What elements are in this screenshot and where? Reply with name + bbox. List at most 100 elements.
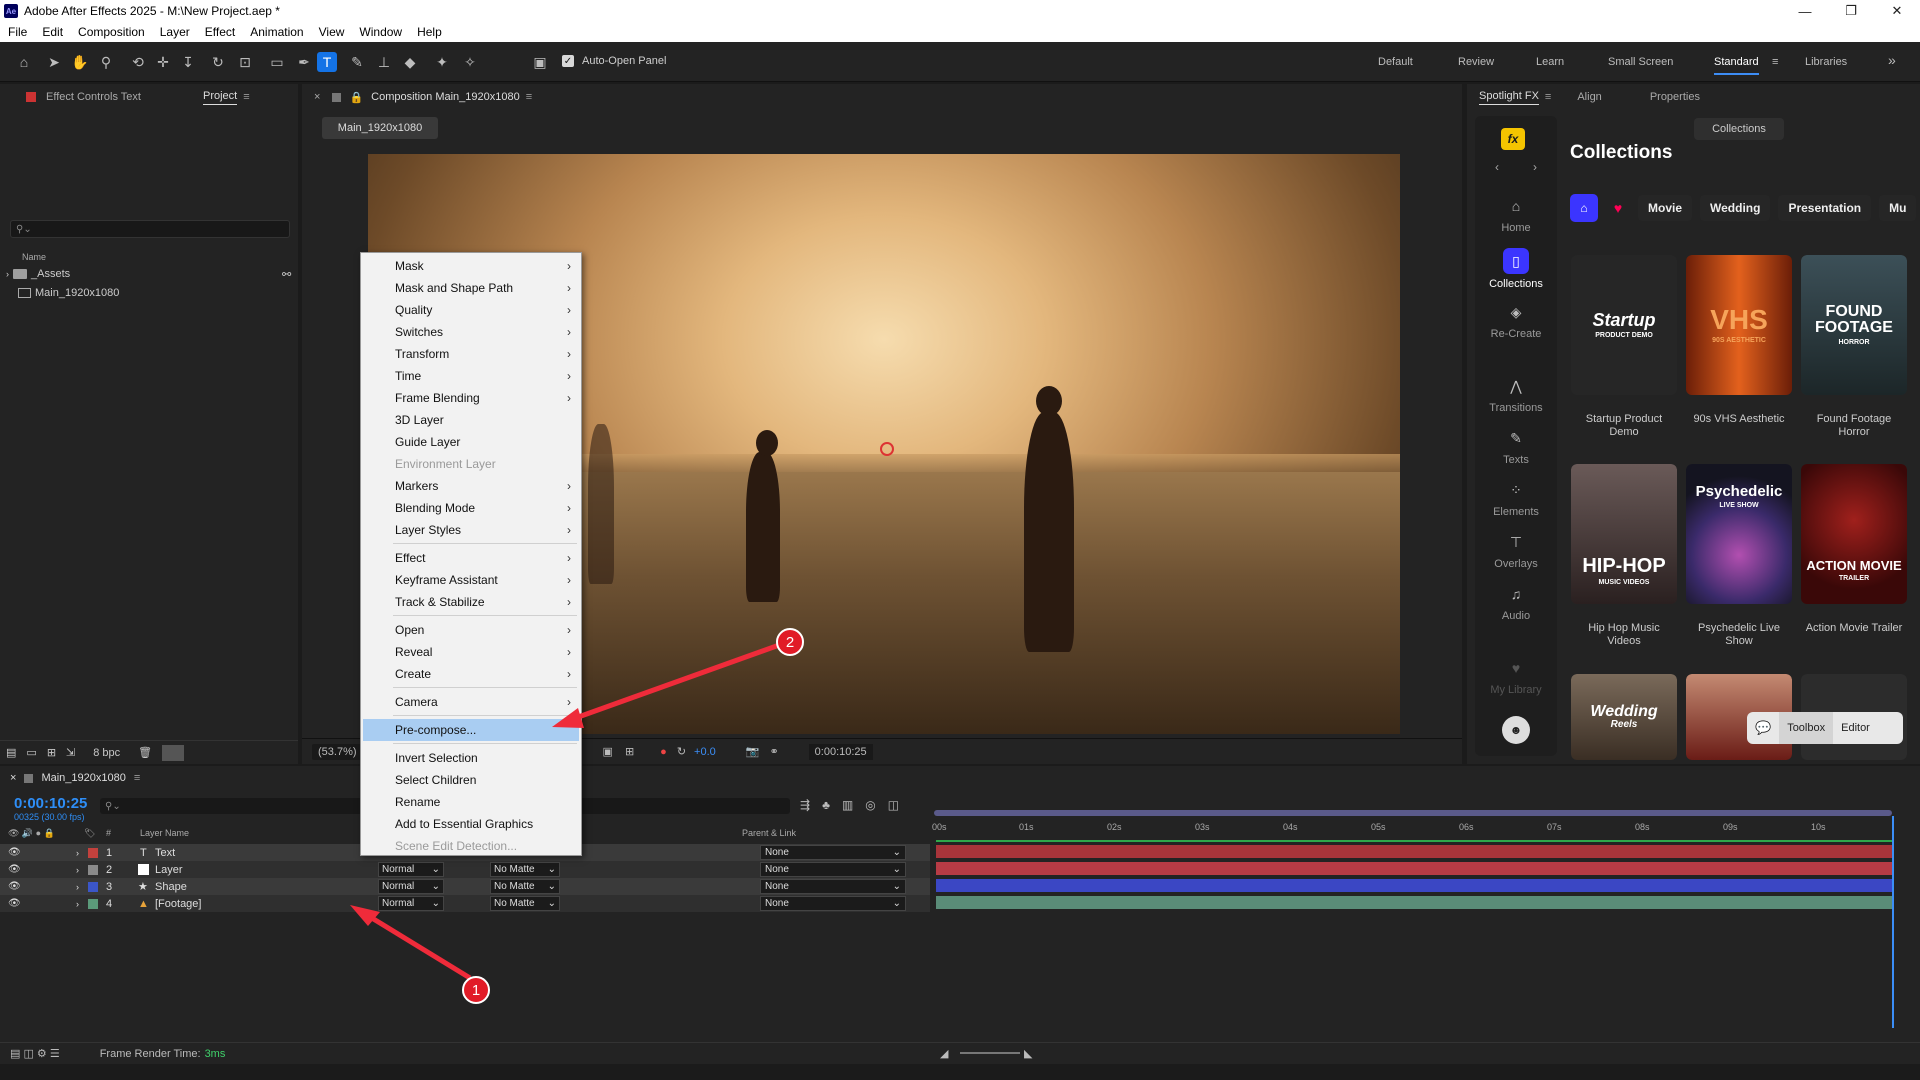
hamburger-icon[interactable]: ≡ [1772,56,1778,68]
collection-card[interactable]: VHS 90S AESTHETIC 90s VHS Aesthetic [1686,255,1792,426]
menu-effect[interactable]: Effect [205,25,235,39]
sidebar-item-elements[interactable]: ⁘ Elements [1475,482,1557,518]
new-comp-icon[interactable]: ⊞ [47,746,56,759]
menu-item-pre-compose[interactable]: Pre-compose... [363,719,579,741]
avatar[interactable]: ☻ [1502,716,1530,744]
roto-brush-icon[interactable]: ✦ [432,52,452,72]
expand-arrow-icon[interactable]: › [6,269,9,279]
visibility-icon[interactable]: 👁 [8,898,21,909]
tab-effect-controls[interactable]: Effect Controls Text [46,91,141,103]
home-icon[interactable]: ⌂ [14,52,34,72]
filter-favorites-icon[interactable]: ♥ [1606,195,1630,221]
project-item-assets[interactable]: › _Assets [6,268,70,280]
blend-mode-select[interactable]: Normal ⌄ [378,862,444,877]
workspace-default[interactable]: Default [1378,56,1413,68]
menu-item-frame-blending[interactable]: Frame Blending › [395,387,575,409]
menu-item-markers[interactable]: Markers › [395,475,575,497]
label-color-swatch[interactable] [88,864,98,875]
menu-item-open[interactable]: Open › [395,619,575,641]
comp-breadcrumb[interactable]: Main_1920x1080 [322,117,438,139]
puppet-pin-icon[interactable]: ✧ [460,52,480,72]
collection-card[interactable]: Wedding Reels [1571,674,1677,760]
menu-composition[interactable]: Composition [78,25,145,39]
minimize-icon[interactable]: — [1782,0,1828,22]
track-matte-select[interactable]: No Matte ⌄ [490,896,560,911]
back-icon[interactable]: ‹ [1495,160,1499,180]
menu-item-add-to-essential-graphics[interactable]: Add to Essential Graphics [395,813,575,835]
parent-link-header[interactable]: Parent & Link [742,828,796,838]
track-matte-select[interactable]: No Matte ⌄ [490,879,560,894]
zoom-in-icon[interactable]: ◣ [1024,1047,1032,1060]
blend-mode-select[interactable]: Normal ⌄ [378,896,444,911]
expand-arrow-icon[interactable]: › [76,882,79,892]
zoom-tool-icon[interactable]: ⚲ [96,52,116,72]
collection-card[interactable]: Startup PRODUCT DEMO Startup Product Dem… [1571,255,1677,439]
selection-tool-icon[interactable]: ➤ [44,52,64,72]
filter-movie[interactable]: Movie [1638,195,1693,221]
column-name-header[interactable]: Name [22,252,46,262]
menu-item-create[interactable]: Create › [395,663,575,685]
tab-timeline[interactable]: Main_1920x1080 [41,772,125,784]
auto-open-panel[interactable]: ✓ Auto-Open Panel [562,55,666,67]
auto-open-checkbox[interactable]: ✓ [562,55,574,67]
anchor-tool-icon[interactable]: ⊡ [235,52,255,72]
layer-bar-shape[interactable] [936,879,1894,892]
anchor-point-icon[interactable] [880,442,894,456]
new-folder-icon[interactable]: ▭ [26,746,36,759]
color-swatch[interactable] [162,744,185,761]
menu-item-mask-and-shape-path[interactable]: Mask and Shape Path › [395,277,575,299]
sidebar-item-overlays[interactable]: ⊤ Overlays [1475,534,1557,570]
close-tab-icon[interactable]: × [314,91,320,103]
motion-blur-icon[interactable]: ◎ [865,798,875,812]
rectangle-tool-icon[interactable]: ▭ [267,52,287,72]
forward-icon[interactable]: › [1533,160,1537,180]
menu-item-track-stabilize[interactable]: Track & Stabilize › [395,591,575,613]
pan-tool-icon[interactable]: ✛ [153,52,173,72]
dolly-tool-icon[interactable]: ↧ [178,52,198,72]
sidebar-item-collections[interactable]: ▯ Collections [1475,248,1557,290]
workspace-learn[interactable]: Learn [1536,56,1564,68]
draft-3d-icon[interactable]: ♣ [822,798,830,812]
clone-stamp-icon[interactable]: ⊥ [374,52,394,72]
label-color-swatch[interactable] [88,847,98,858]
menu-item-guide-layer[interactable]: Guide Layer [395,431,575,453]
layer-name-header[interactable]: Layer Name [140,828,189,838]
sidebar-item-my-library[interactable]: ♥ My Library [1475,660,1557,696]
sidebar-item-audio[interactable]: ♫ Audio [1475,586,1557,622]
timeline-menu-icon[interactable]: ≡ [134,772,140,784]
sidebar-item-texts[interactable]: ✎ Texts [1475,430,1557,466]
show-snapshot-icon[interactable]: ⚭ [769,745,778,758]
eraser-tool-icon[interactable]: ◆ [400,52,420,72]
sidebar-item-recreate[interactable]: ◈ Re-Create [1475,304,1557,340]
close-tab-icon[interactable]: × [10,772,16,784]
workspace-review[interactable]: Review [1458,56,1494,68]
menu-layer[interactable]: Layer [160,25,190,39]
tab-project[interactable]: Project [202,90,238,105]
layer-row[interactable]: 👁 › 2 Layer Normal ⌄ No Matte ⌄ None ⌄ [0,861,930,878]
type-tool-icon[interactable]: T [317,52,337,72]
menu-view[interactable]: View [319,25,345,39]
tab-spotlight-fx[interactable]: Spotlight FX [1479,90,1539,105]
menu-item-quality[interactable]: Quality › [395,299,575,321]
tab-composition[interactable]: Composition Main_1920x1080 [371,91,520,103]
project-search-input[interactable]: ⚲⌄ [10,220,290,238]
chat-icon[interactable]: 💬 [1747,720,1779,736]
layer-bar-footage[interactable] [936,896,1894,909]
menu-item-blending-mode[interactable]: Blending Mode › [395,497,575,519]
timeline-timecode[interactable]: 0:00:10:25 [14,795,87,812]
expand-arrow-icon[interactable]: › [76,848,79,858]
playhead[interactable] [1892,816,1894,1028]
menu-item-camera[interactable]: Camera › [395,691,575,713]
layer-name[interactable]: Text [155,847,175,859]
collection-card[interactable]: ACTION MOVIE TRAILER Action Movie Traile… [1801,464,1907,635]
restore-icon[interactable]: ❐ [1828,0,1874,22]
trash-icon[interactable]: 🗑 [138,746,152,759]
zoom-level[interactable]: (53.7%) [312,743,363,760]
shy-icon[interactable]: ▥ [842,798,853,812]
layer-name[interactable]: Shape [155,881,187,893]
graph-editor-icon[interactable]: ◫ [888,798,899,812]
workspace-small-screen[interactable]: Small Screen [1608,56,1673,68]
menu-item-transform[interactable]: Transform › [395,343,575,365]
collection-card[interactable]: HIP-HOP MUSIC VIDEOS Hip Hop Music Video… [1571,464,1677,648]
toolbox-button[interactable]: Toolbox [1779,712,1834,744]
